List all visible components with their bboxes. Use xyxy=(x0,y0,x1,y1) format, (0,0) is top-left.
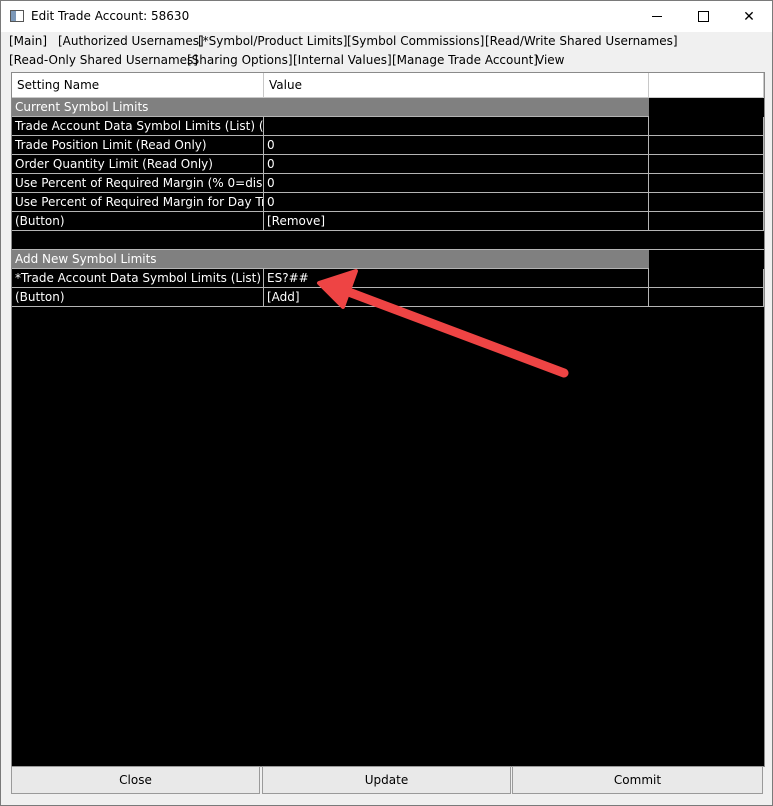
edit-trade-account-window: Edit Trade Account: 58630 ✕ [Main] [Auth… xyxy=(0,0,773,806)
table-row[interactable]: (Button) [Remove] xyxy=(12,212,764,231)
extra-cell xyxy=(649,193,764,212)
update-button[interactable]: Update xyxy=(262,766,511,794)
extra-cell xyxy=(649,269,764,288)
commit-button[interactable]: Commit xyxy=(512,766,763,794)
menu-symbol-commissions[interactable]: [Symbol Commissions] xyxy=(347,34,484,48)
extra-cell xyxy=(649,288,764,307)
setting-value-cell[interactable] xyxy=(264,117,649,136)
section-label: Add New Symbol Limits xyxy=(12,250,649,269)
setting-value-cell[interactable]: 0 xyxy=(264,174,649,193)
table-row[interactable]: Trade Account Data Symbol Limits (List) … xyxy=(12,117,764,136)
section-current-symbol-limits: Current Symbol Limits xyxy=(12,98,764,117)
remove-button[interactable]: [Remove] xyxy=(264,212,649,231)
blank-cell xyxy=(12,231,764,250)
window-title: Edit Trade Account: 58630 xyxy=(31,9,190,23)
close-window-button[interactable]: ✕ xyxy=(726,1,772,32)
header-extra[interactable] xyxy=(649,73,764,97)
table-row[interactable]: Use Percent of Required Margin for Day T… xyxy=(12,193,764,212)
header-value[interactable]: Value xyxy=(264,73,649,97)
menu-row-2: [Read-Only Shared Usernames] [Sharing Op… xyxy=(1,51,772,70)
close-button[interactable]: Close xyxy=(11,766,260,794)
menu-symbol-product-limits[interactable]: [*Symbol/Product Limits] xyxy=(198,34,347,48)
section-label: Current Symbol Limits xyxy=(12,98,649,117)
setting-value-cell[interactable]: 0 xyxy=(264,136,649,155)
setting-name-cell: *Trade Account Data Symbol Limits (List) xyxy=(12,269,264,288)
section-add-new-symbol-limits: Add New Symbol Limits xyxy=(12,250,764,269)
setting-name-cell: Trade Position Limit (Read Only) xyxy=(12,136,264,155)
table-row[interactable]: Use Percent of Required Margin (% 0=disa… xyxy=(12,174,764,193)
menu-main[interactable]: [Main] xyxy=(9,34,47,48)
menu-read-write-shared-usernames[interactable]: [Read/Write Shared Usernames] xyxy=(485,34,678,48)
table-row[interactable]: *Trade Account Data Symbol Limits (List)… xyxy=(12,269,764,288)
extra-cell xyxy=(649,136,764,155)
settings-grid[interactable]: Setting Name Value Current Symbol Limits… xyxy=(11,72,765,767)
close-icon: ✕ xyxy=(743,8,755,25)
table-row[interactable]: (Button) [Add] xyxy=(12,288,764,307)
title-bar[interactable]: Edit Trade Account: 58630 ✕ xyxy=(1,1,772,32)
setting-name-cell: Trade Account Data Symbol Limits (List) … xyxy=(12,117,264,136)
setting-name-cell: Order Quantity Limit (Read Only) xyxy=(12,155,264,174)
menu-manage-trade-account[interactable]: [Manage Trade Account] xyxy=(392,53,538,67)
setting-value-cell[interactable]: 0 xyxy=(264,155,649,174)
setting-name-cell: (Button) xyxy=(12,288,264,307)
extra-cell xyxy=(649,117,764,136)
menu-read-only-shared-usernames[interactable]: [Read-Only Shared Usernames] xyxy=(9,53,198,67)
table-row[interactable]: Order Quantity Limit (Read Only) 0 xyxy=(12,155,764,174)
extra-cell xyxy=(649,174,764,193)
menu-authorized-usernames[interactable]: [Authorized Usernames] xyxy=(58,34,204,48)
symbol-limits-input[interactable]: ES?## xyxy=(264,269,649,288)
add-button[interactable]: [Add] xyxy=(264,288,649,307)
grid-header: Setting Name Value xyxy=(12,73,764,98)
blank-row xyxy=(12,231,764,250)
maximize-button[interactable] xyxy=(680,1,726,32)
maximize-icon xyxy=(697,11,709,22)
setting-name-cell: Use Percent of Required Margin (% 0=disa… xyxy=(12,174,264,193)
menu-view[interactable]: View xyxy=(536,53,564,67)
setting-name-cell: Use Percent of Required Margin for Day T… xyxy=(12,193,264,212)
table-row[interactable]: Trade Position Limit (Read Only) 0 xyxy=(12,136,764,155)
extra-cell xyxy=(649,155,764,174)
bottom-button-bar: Close Update Commit xyxy=(11,766,763,795)
menu-row-1: [Main] [Authorized Usernames] [*Symbol/P… xyxy=(1,32,772,51)
setting-name-cell: (Button) xyxy=(12,212,264,231)
header-setting-name[interactable]: Setting Name xyxy=(12,73,264,97)
minimize-button[interactable] xyxy=(634,1,680,32)
setting-value-cell[interactable]: 0 xyxy=(264,193,649,212)
app-window-icon xyxy=(10,10,24,22)
menu-sharing-options[interactable]: [Sharing Options] xyxy=(187,53,293,67)
minimize-icon xyxy=(652,16,662,17)
menu-internal-values[interactable]: [Internal Values] xyxy=(293,53,392,67)
extra-cell xyxy=(649,212,764,231)
